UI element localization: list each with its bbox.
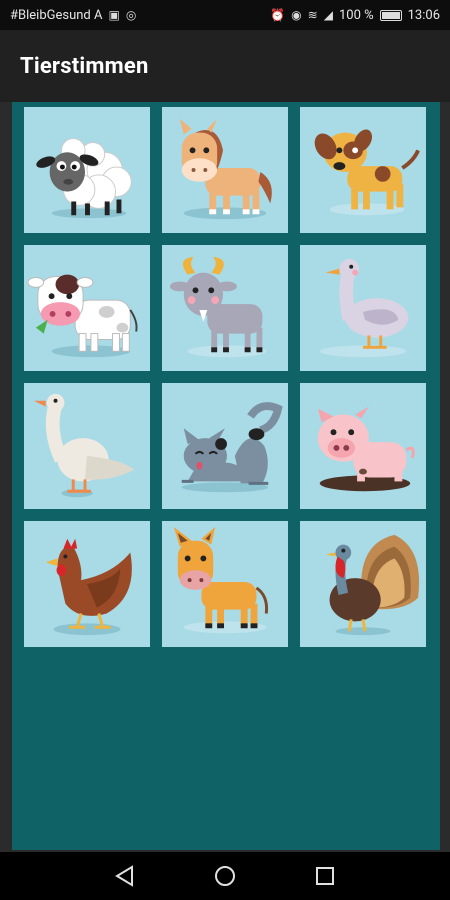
animal-tile-goose[interactable] [24, 383, 150, 509]
home-icon [215, 866, 235, 886]
clock: 13:06 [407, 7, 440, 23]
grid-area [12, 102, 440, 850]
alarm-icon: ⏰ [270, 8, 286, 22]
goat-icon [169, 256, 267, 358]
turkey-icon [325, 534, 420, 636]
status-left: #BleibGesund A ▣ ◎ [10, 8, 136, 23]
app-title: Tierstimmen [20, 53, 149, 79]
animal-tile-cow[interactable] [24, 245, 150, 371]
back-icon [115, 865, 133, 887]
horse-icon [179, 118, 272, 220]
pig-icon [317, 406, 415, 492]
chicken-icon [45, 538, 132, 636]
goose-icon [33, 393, 135, 498]
donkey-icon [173, 526, 269, 634]
animal-tile-donkey[interactable] [162, 521, 288, 647]
animal-grid [24, 107, 426, 647]
signal-icon: ◢ [323, 8, 333, 22]
cat-icon [181, 402, 283, 493]
animal-tile-cat[interactable] [162, 383, 288, 509]
animal-tile-turkey[interactable] [300, 521, 426, 647]
animal-tile-chicken[interactable] [24, 521, 150, 647]
wifi-icon: ≋ [307, 8, 318, 22]
whatsapp-icon: ◎ [125, 8, 137, 22]
recents-button[interactable] [305, 856, 345, 896]
recents-icon [316, 867, 334, 885]
app-bar: Tierstimmen [0, 30, 450, 102]
home-button[interactable] [205, 856, 245, 896]
animal-tile-goat[interactable] [162, 245, 288, 371]
cow-icon [28, 274, 138, 358]
notification-text: #BleibGesund A [10, 7, 103, 23]
animal-tile-duck[interactable] [300, 245, 426, 371]
navigation-bar [0, 852, 450, 900]
battery-percent: 100 % [338, 7, 374, 23]
sheep-icon [36, 138, 132, 219]
animal-tile-dog[interactable] [300, 107, 426, 233]
status-right: ⏰ ◉ ≋ ◢ 100 % 13:06 [270, 8, 440, 23]
animal-tile-sheep[interactable] [24, 107, 150, 233]
animal-tile-horse[interactable] [162, 107, 288, 233]
duck-icon [319, 258, 409, 358]
image-icon: ▣ [108, 8, 120, 22]
back-button[interactable] [105, 856, 145, 896]
main-frame [0, 102, 450, 852]
battery-icon [379, 9, 402, 21]
status-bar: #BleibGesund A ▣ ◎ ⏰ ◉ ≋ ◢ 100 % 13:06 [0, 0, 450, 30]
dog-icon [314, 129, 420, 216]
vibrate-icon: ◉ [291, 8, 302, 22]
animal-tile-pig[interactable] [300, 383, 426, 509]
